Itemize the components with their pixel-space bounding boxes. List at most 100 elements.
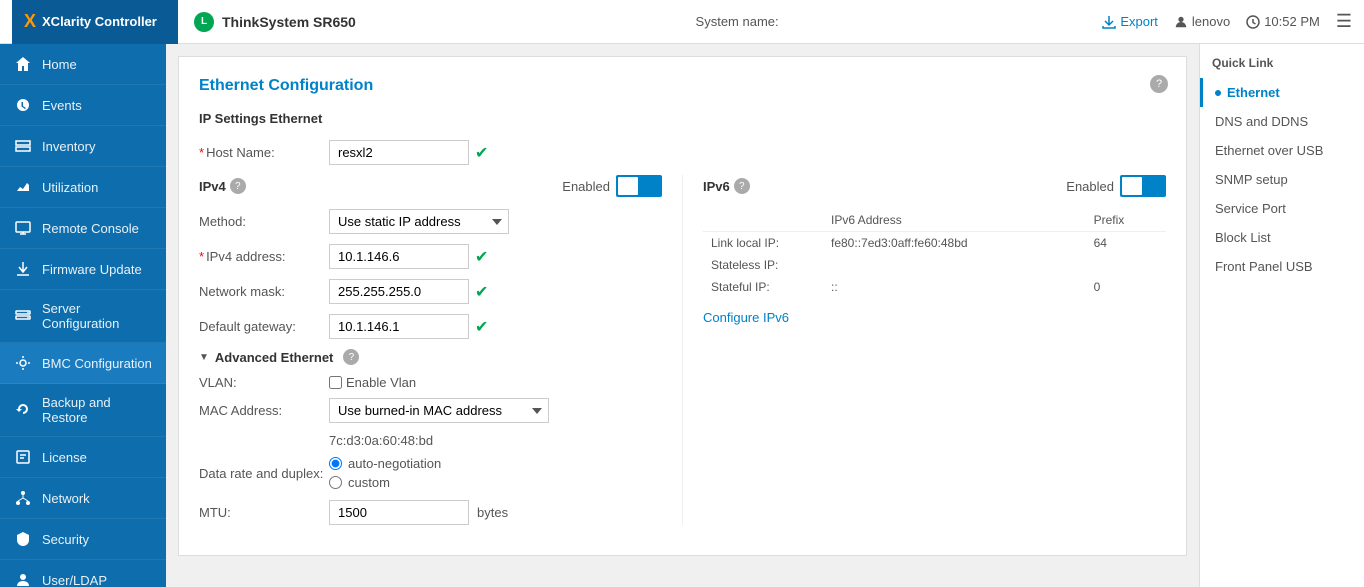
quick-link-front-panel-usb[interactable]: Front Panel USB [1200,252,1364,281]
stateless-value [823,254,1086,276]
ipv4-help-icon[interactable]: ? [230,178,246,194]
security-icon [14,530,32,548]
ethernet-dot [1215,90,1221,96]
ipv4-toggle[interactable] [616,175,662,197]
sidebar-item-label: Security [42,532,89,547]
export-button[interactable]: Export [1102,14,1158,29]
ipv6-col-prefix: Prefix [1086,209,1166,232]
method-label: Method: [199,214,329,229]
quick-link-dns-ddns[interactable]: DNS and DDNS [1200,107,1364,136]
mac-address-select[interactable]: Use burned-in MAC address [329,398,549,423]
firmware-icon [14,260,32,278]
ipv6-enabled-label: Enabled [1066,179,1114,194]
vlan-checkbox-label[interactable]: Enable Vlan [329,375,416,390]
stateless-prefix [1086,254,1166,276]
ipv4-address-check-icon: ✔ [475,247,488,267]
ipv4-address-value-area: ✔ [329,244,488,269]
quick-link-service-port[interactable]: Service Port [1200,194,1364,223]
ipv6-toggle[interactable] [1120,175,1166,197]
network-mask-check-icon: ✔ [475,282,488,302]
sidebar-item-label: Home [42,57,77,72]
default-gateway-input[interactable] [329,314,469,339]
mtu-row: MTU: bytes [199,500,662,525]
custom-label: custom [348,475,390,490]
quick-link-ethernet[interactable]: Ethernet [1200,78,1364,107]
ipv4-address-row: IPv4 address: ✔ [199,244,662,269]
vlan-row: VLAN: Enable Vlan [199,375,662,390]
ethernet-config-card: Ethernet Configuration ? IP Settings Eth… [178,56,1187,556]
network-mask-row: Network mask: ✔ [199,279,662,304]
link-local-row: Link local IP: fe80::7ed3:0aff:fe60:48bd… [703,232,1166,255]
system-name-label: System name: [696,14,779,29]
sidebar-item-events[interactable]: Events [0,85,166,126]
method-row: Method: Use static IP address [199,209,662,234]
method-select[interactable]: Use static IP address [329,209,509,234]
sidebar-item-server-configuration[interactable]: Server Configuration [0,290,166,343]
custom-radio[interactable] [329,476,342,489]
remote-console-icon [14,219,32,237]
brand-x: X [24,11,36,32]
ip-settings-title: IP Settings Ethernet [199,111,1166,126]
quick-link-panel: Quick Link Ethernet DNS and DDNS Etherne… [1199,44,1364,587]
brand-area: X XClarity Controller [12,0,178,44]
ipv6-toggle-slider [1120,175,1166,197]
sidebar-item-network[interactable]: Network [0,478,166,519]
sidebar-item-firmware[interactable]: Firmware Update [0,249,166,290]
advanced-help-icon[interactable]: ? [343,349,359,365]
default-gateway-label: Default gateway: [199,319,329,334]
export-label: Export [1120,14,1158,29]
sidebar-item-backup[interactable]: Backup and Restore [0,384,166,437]
vlan-label: VLAN: [199,375,329,390]
product-area: L ThinkSystem SR650 [178,12,372,32]
network-mask-value-area: ✔ [329,279,488,304]
ipv6-label: IPv6 [703,179,730,194]
sidebar-item-label: Network [42,491,90,506]
sidebar-item-utilization[interactable]: Utilization [0,167,166,208]
configure-ipv6-link[interactable]: Configure IPv6 [703,310,789,325]
mtu-unit: bytes [477,505,508,520]
sidebar-item-license[interactable]: License [0,437,166,478]
sidebar: Home Events Inventory Utilization [0,44,166,587]
configure-ipv6-area: Configure IPv6 [703,310,1166,325]
quick-link-ethernet-usb[interactable]: Ethernet over USB [1200,136,1364,165]
ipv4-address-label: IPv4 address: [199,249,329,264]
advanced-collapse-icon[interactable]: ▼ [199,352,209,363]
sidebar-item-inventory[interactable]: Inventory [0,126,166,167]
host-name-input[interactable] [329,140,469,165]
quick-link-eth-usb-label: Ethernet over USB [1215,143,1323,158]
default-gateway-value-area: ✔ [329,314,488,339]
ip-sections: IPv4 ? Enabled Method: Use static IP add… [199,175,1166,525]
link-local-label: Link local IP: [703,232,823,255]
network-mask-input[interactable] [329,279,469,304]
home-icon [14,55,32,73]
time-area: 10:52 PM [1246,14,1320,29]
quick-link-block-list[interactable]: Block List [1200,223,1364,252]
system-name-area: System name: [372,14,1102,29]
mtu-input[interactable] [329,500,469,525]
hamburger-menu[interactable]: ☰ [1336,11,1352,32]
network-icon [14,489,32,507]
sidebar-item-bmc-configuration[interactable]: BMC Configuration [0,343,166,384]
sidebar-item-label: Utilization [42,180,98,195]
mac-address-label: MAC Address: [199,403,329,418]
sidebar-item-remote-console[interactable]: Remote Console [0,208,166,249]
sidebar-item-label: Server Configuration [42,301,152,331]
sidebar-item-label: Events [42,98,82,113]
sidebar-item-user-ldap[interactable]: User/LDAP [0,560,166,587]
mac-address-row: MAC Address: Use burned-in MAC address [199,398,662,423]
ipv6-help-icon[interactable]: ? [734,178,750,194]
custom-radio-label[interactable]: custom [329,475,441,490]
quick-link-snmp-setup[interactable]: SNMP setup [1200,165,1364,194]
sidebar-item-label: Remote Console [42,221,139,236]
ipv4-label: IPv4 [199,179,226,194]
product-logo-icon: L [194,12,214,32]
help-icon[interactable]: ? [1150,75,1168,93]
ipv4-address-input[interactable] [329,244,469,269]
auto-neg-radio-label[interactable]: auto-negotiation [329,456,441,471]
auto-neg-radio[interactable] [329,457,342,470]
sidebar-item-label: Backup and Restore [42,395,152,425]
stateful-value: :: [823,276,1086,298]
sidebar-item-home[interactable]: Home [0,44,166,85]
sidebar-item-security[interactable]: Security [0,519,166,560]
vlan-checkbox[interactable] [329,376,342,389]
